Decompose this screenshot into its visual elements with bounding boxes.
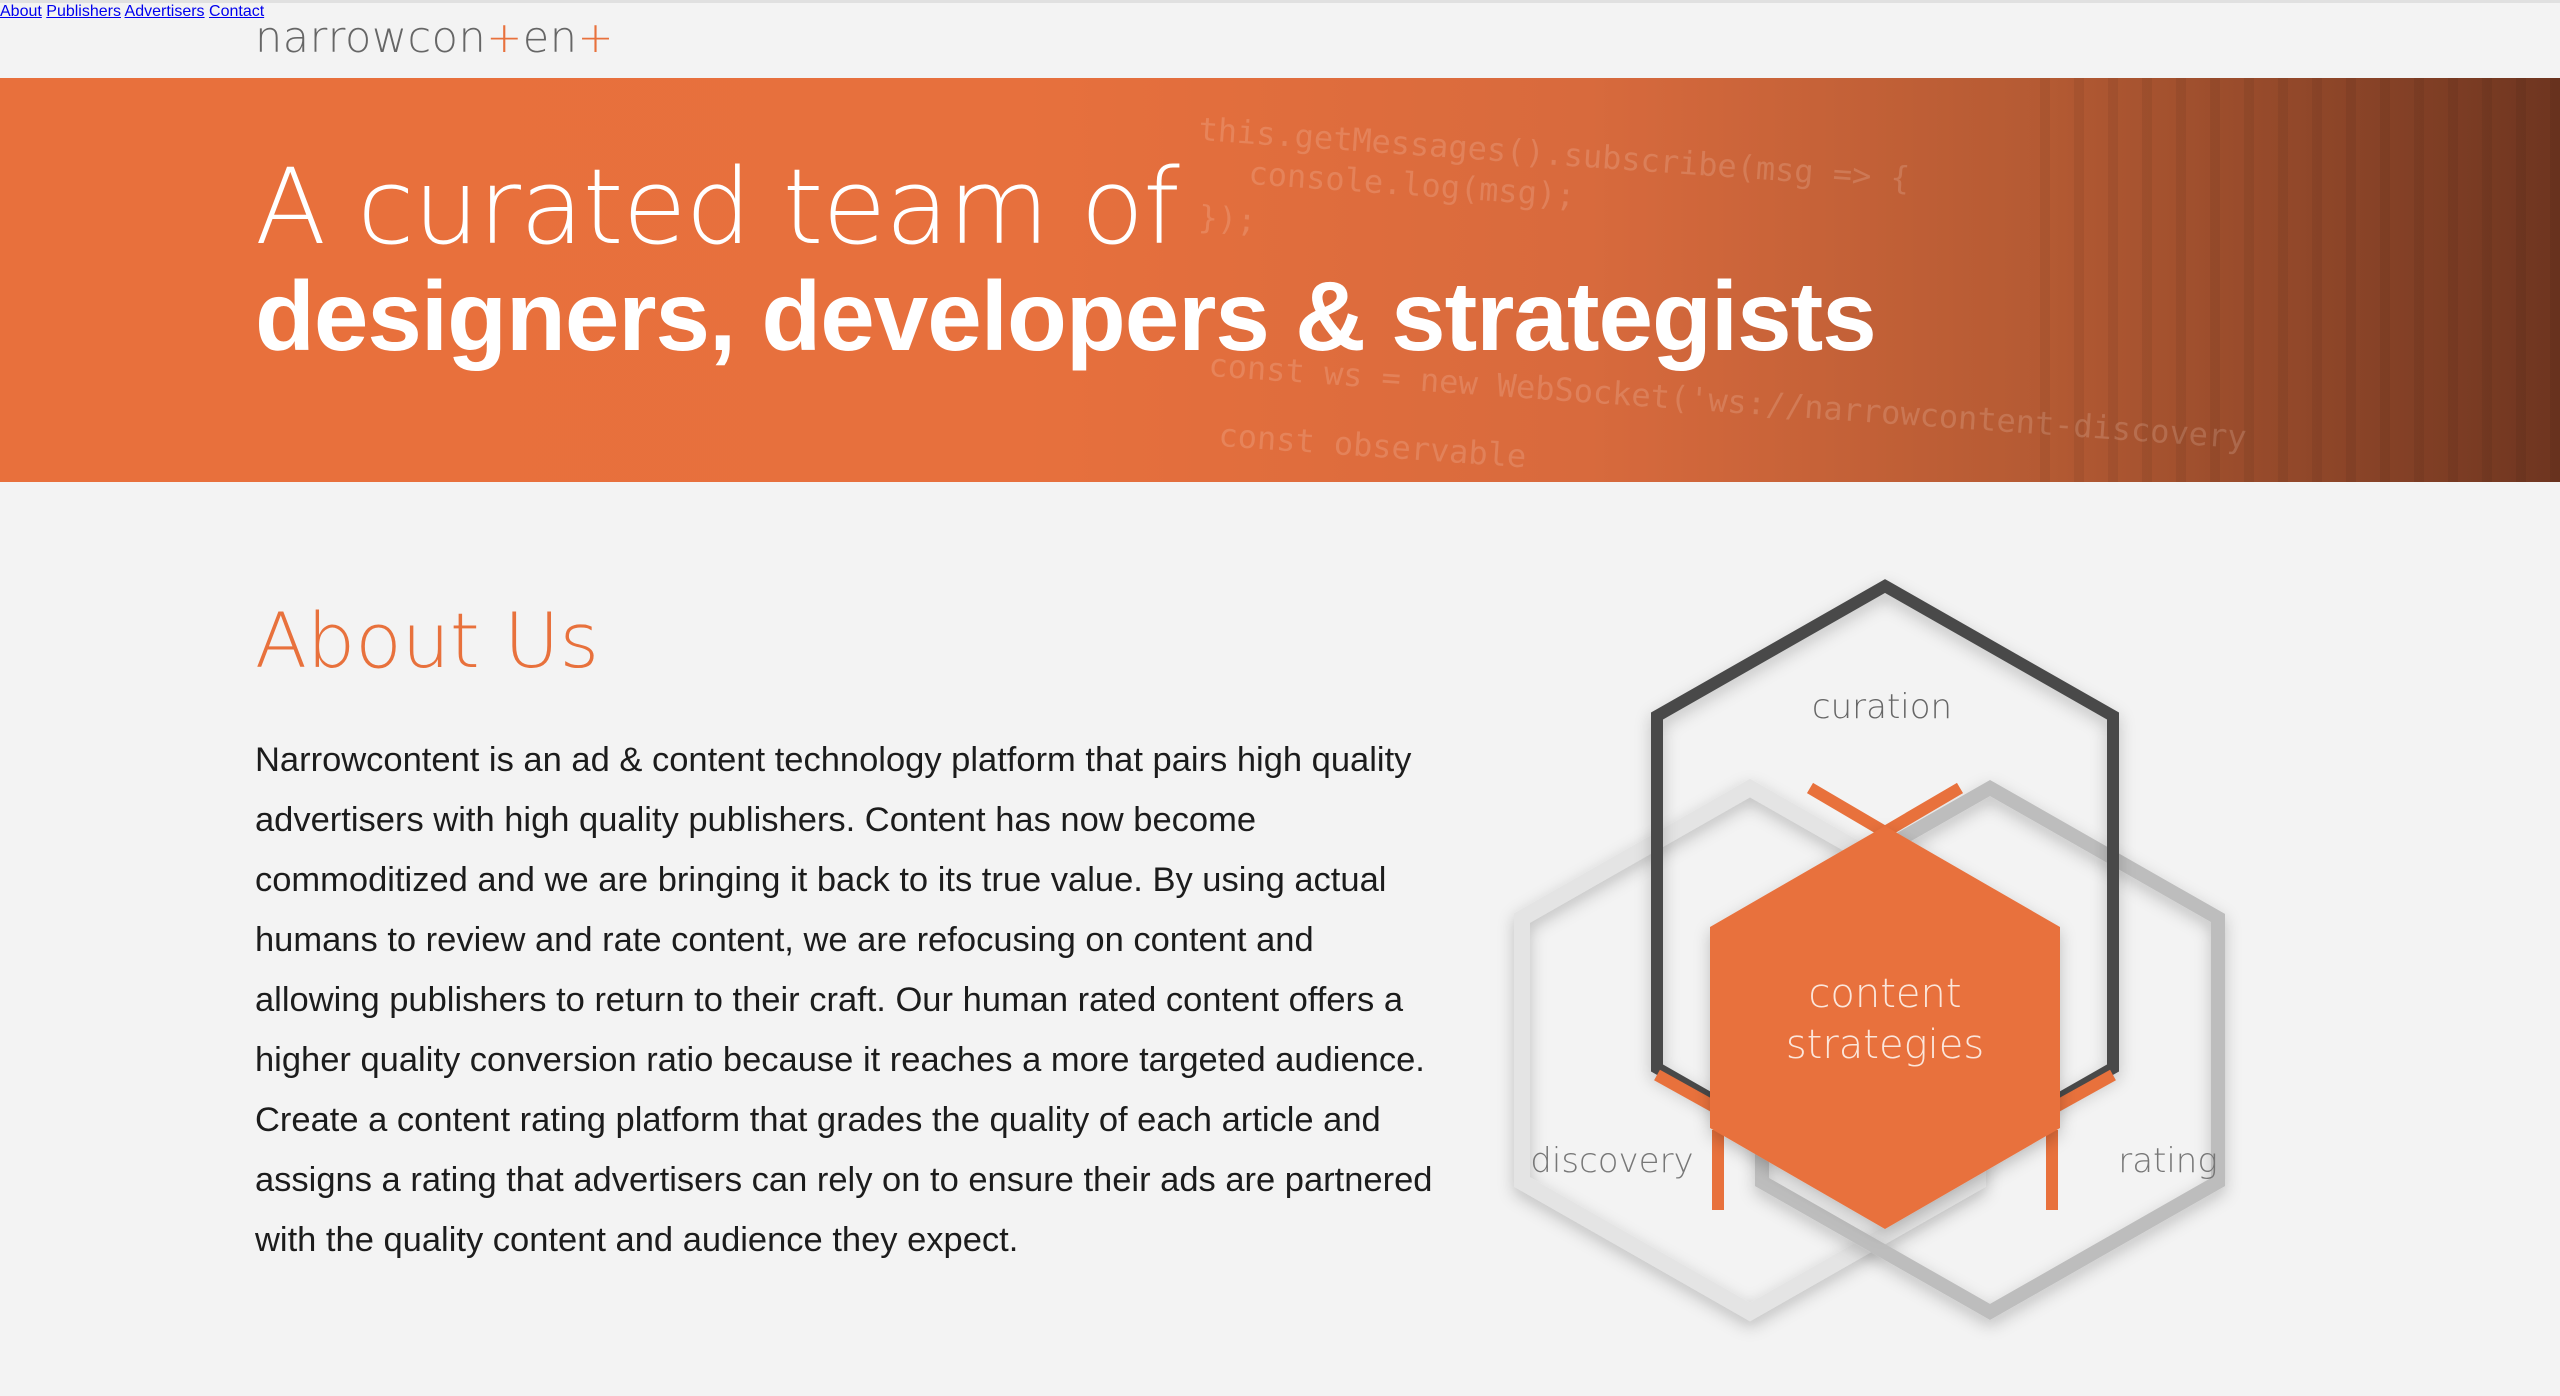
content-strategy-diagram: curation discovery rating content strate…	[1480, 570, 2300, 1396]
logo-plus-1: +	[486, 13, 523, 63]
site-logo[interactable]: narrowcon+en+	[255, 13, 614, 63]
nav-link-advertisers[interactable]: Advertisers	[125, 3, 205, 20]
logo-plus-2: +	[577, 13, 614, 63]
center-label-line2: strategies	[1786, 1022, 1984, 1068]
logo-text-1: narrowcon	[255, 13, 487, 63]
discovery-label: discovery	[1530, 1141, 1693, 1181]
hero-code-line: const observable	[1217, 416, 1528, 476]
about-us-heading: About Us	[255, 596, 600, 685]
curation-label: curation	[1812, 687, 1952, 727]
nav-link-about[interactable]: About	[0, 3, 42, 20]
hexagon-diagram-graphic: curation discovery rating content strate…	[1514, 579, 2225, 1322]
rating-label: rating	[2118, 1141, 2218, 1181]
hero-code-line: });	[1197, 198, 1258, 240]
hero-heading-light: A curated team of	[255, 146, 1180, 268]
logo-text-2: en	[522, 13, 578, 63]
top-navbar: narrowcon+en+ About Publishers Advertise…	[0, 0, 2560, 78]
hero-heading-bold: designers, developers & strategists	[255, 261, 1877, 371]
nav-link-publishers[interactable]: Publishers	[46, 3, 121, 20]
center-label-line1: content	[1808, 971, 1961, 1017]
about-us-paragraph: Narrowcontent is an ad & content technol…	[255, 741, 1433, 1259]
hero-banner: this.getMessages().subscribe(msg => { co…	[0, 78, 2560, 482]
